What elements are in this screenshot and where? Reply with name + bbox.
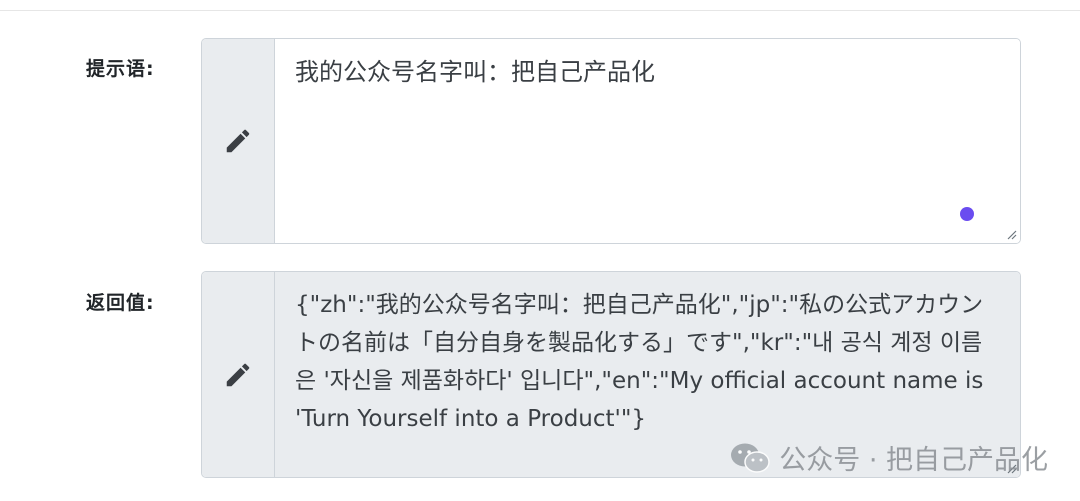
prompt-label: 提示语: [86, 58, 155, 80]
prompt-text: 我的公众号名字叫：把自己产品化 [295, 58, 655, 86]
result-label: 返回值: [86, 292, 155, 314]
watermark: 公众号 · 把自己产品化 [729, 438, 1048, 477]
result-edit-addon[interactable] [202, 272, 275, 477]
cursor-dot [960, 207, 974, 221]
prompt-input-group: 我的公众号名字叫：把自己产品化 [201, 38, 1021, 244]
prompt-textarea[interactable]: 我的公众号名字叫：把自己产品化 [275, 39, 1020, 243]
top-divider [0, 10, 1080, 11]
pencil-icon [226, 129, 250, 153]
watermark-text: 公众号 · 把自己产品化 [779, 445, 1048, 476]
prompt-edit-addon[interactable] [202, 39, 275, 243]
pencil-icon [226, 363, 250, 386]
resize-grip-icon[interactable] [1005, 228, 1017, 240]
wechat-icon [731, 443, 770, 473]
result-text: {"zh":"我的公众号名字叫：把自己产品化","jp":"私の公式アカウントの… [295, 292, 984, 432]
